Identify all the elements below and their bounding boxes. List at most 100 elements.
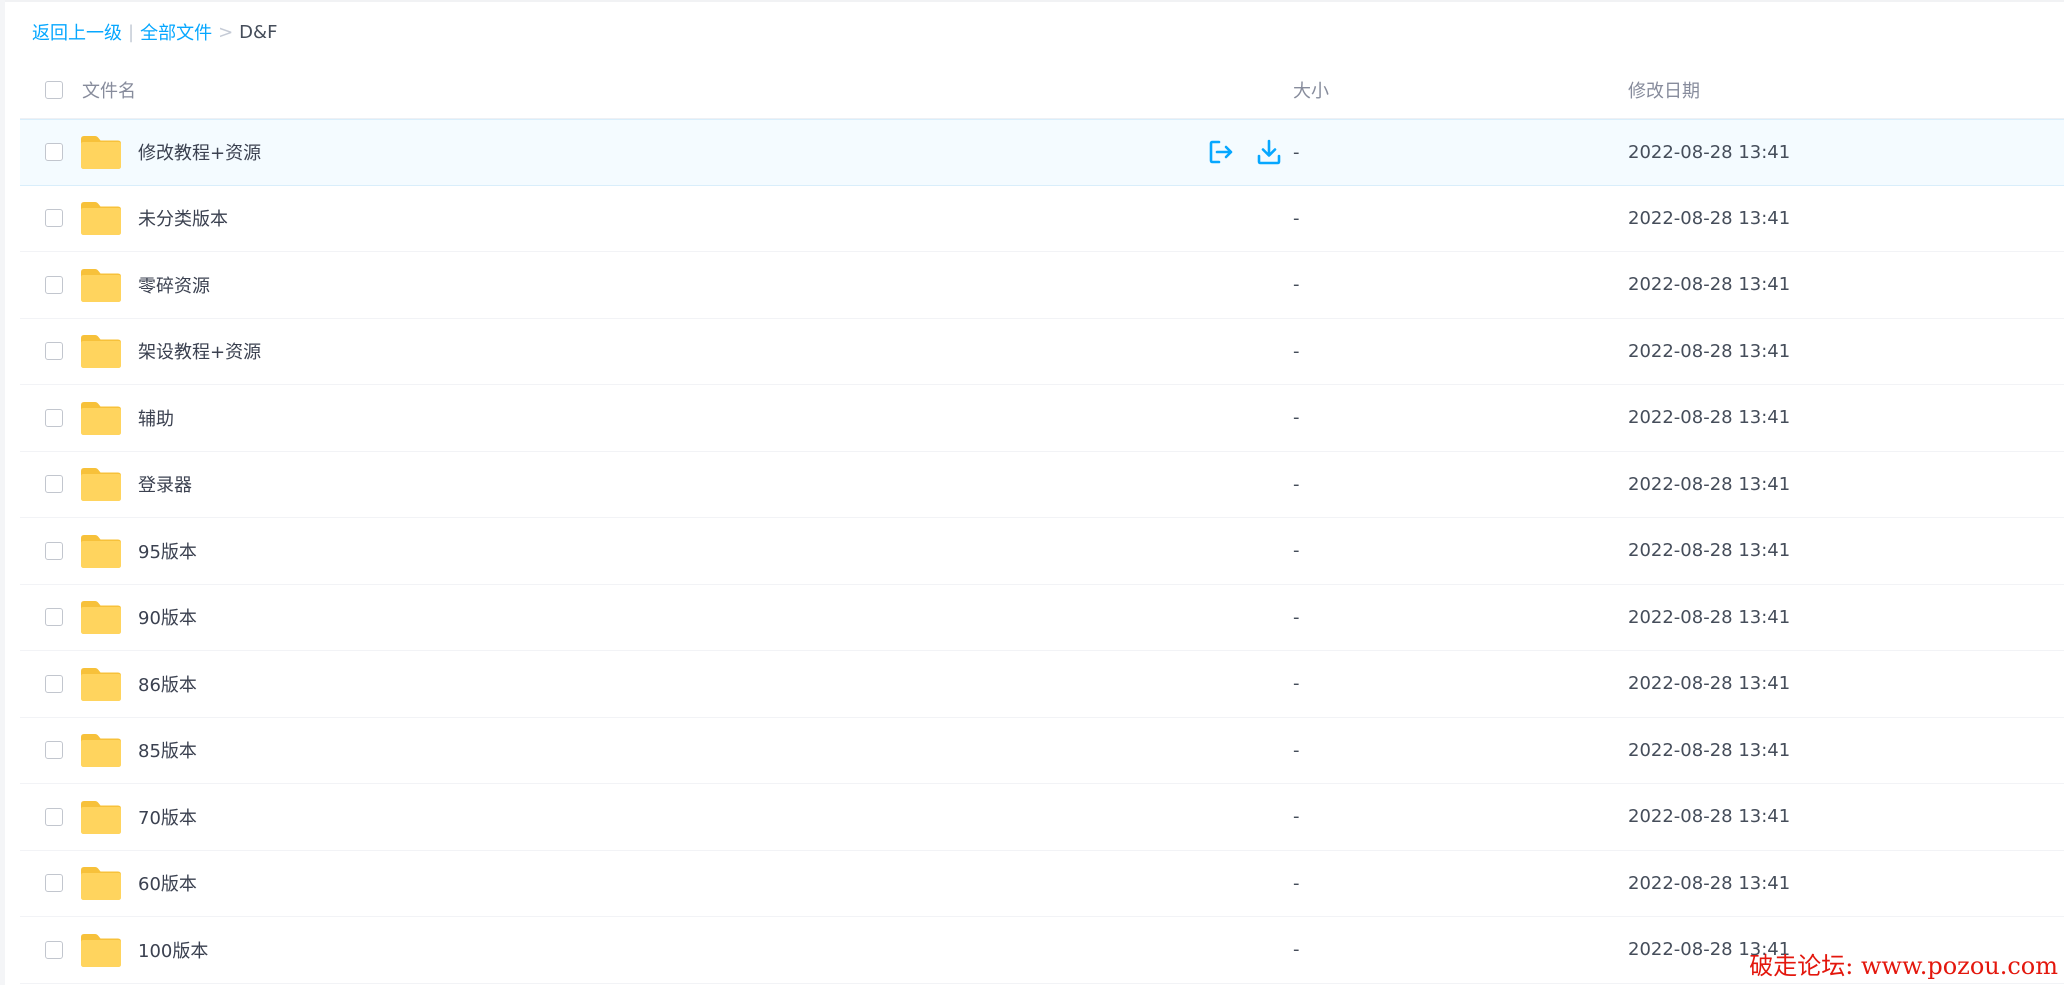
file-name[interactable]: 登录器 <box>138 471 192 497</box>
back-link[interactable]: 返回上一级 <box>32 19 122 45</box>
row-checkbox[interactable] <box>45 275 63 294</box>
file-size: - <box>1293 274 1300 296</box>
file-name-cell: 86版本 <box>20 651 1293 717</box>
file-name-cell: 修改教程+资源 <box>20 120 1293 185</box>
folder-icon <box>81 534 121 568</box>
file-date: 2022-08-28 13:41 <box>1628 274 1791 296</box>
file-name[interactable]: 架设教程+资源 <box>138 338 261 364</box>
share-icon[interactable] <box>1206 137 1236 167</box>
file-name[interactable]: 86版本 <box>138 671 197 697</box>
folder-icon <box>81 268 121 302</box>
file-row[interactable]: 修改教程+资源 - 2022-08-28 13:41 <box>20 119 2064 186</box>
row-checkbox[interactable] <box>45 807 63 826</box>
file-size: - <box>1293 340 1300 362</box>
breadcrumb-separator-arrow: > <box>218 21 234 43</box>
folder-icon <box>81 601 121 635</box>
file-name[interactable]: 未分类版本 <box>138 205 228 231</box>
file-name[interactable]: 修改教程+资源 <box>138 139 261 165</box>
row-checkbox[interactable] <box>45 741 63 760</box>
file-date: 2022-08-28 13:41 <box>1628 207 1791 229</box>
row-checkbox[interactable] <box>45 874 63 893</box>
window-left-edge <box>0 0 5 985</box>
file-name[interactable]: 85版本 <box>138 737 197 763</box>
watermark: 破走论坛: www.pozou.com <box>1749 952 2058 980</box>
file-row[interactable]: 90版本 - 2022-08-28 13:41 <box>20 585 2064 651</box>
row-checkbox[interactable] <box>45 342 63 361</box>
file-name-cell: 95版本 <box>20 518 1293 584</box>
file-row[interactable]: 登录器 - 2022-08-28 13:41 <box>20 452 2064 518</box>
top-divider <box>5 0 2064 2</box>
header-size-label[interactable]: 大小 <box>1293 77 1628 103</box>
folder-icon <box>81 401 121 435</box>
row-checkbox[interactable] <box>45 674 63 693</box>
file-name-cell: 70版本 <box>20 784 1293 850</box>
row-checkbox[interactable] <box>45 408 63 427</box>
file-name-cell: 90版本 <box>20 585 1293 651</box>
folder-icon <box>81 734 121 768</box>
file-row[interactable]: 95版本 - 2022-08-28 13:41 <box>20 518 2064 585</box>
file-name[interactable]: 辅助 <box>138 405 174 431</box>
file-date: 2022-08-28 13:41 <box>1628 872 1791 894</box>
file-name-cell: 100版本 <box>20 917 1293 983</box>
file-date: 2022-08-28 13:41 <box>1628 340 1791 362</box>
file-name-cell: 零碎资源 <box>20 252 1293 318</box>
file-size: - <box>1293 407 1300 429</box>
file-row[interactable]: 70版本 - 2022-08-28 13:41 <box>20 784 2064 851</box>
file-name-cell: 未分类版本 <box>20 186 1293 252</box>
file-size: - <box>1293 473 1300 495</box>
breadcrumb-separator-bar: | <box>128 21 135 43</box>
file-size: - <box>1293 141 1300 163</box>
select-all-checkbox[interactable] <box>45 81 63 99</box>
file-date: 2022-08-28 13:41 <box>1628 739 1791 761</box>
file-date: 2022-08-28 13:41 <box>1628 606 1791 628</box>
file-row[interactable]: 架设教程+资源 - 2022-08-28 13:41 <box>20 319 2064 385</box>
file-name[interactable]: 零碎资源 <box>138 272 210 298</box>
file-size: - <box>1293 806 1300 828</box>
file-size: - <box>1293 739 1300 761</box>
file-date: 2022-08-28 13:41 <box>1628 673 1791 695</box>
file-row[interactable]: 85版本 - 2022-08-28 13:41 <box>20 718 2064 784</box>
header-name-label[interactable]: 文件名 <box>82 77 136 103</box>
file-size: - <box>1293 673 1300 695</box>
file-name-cell: 60版本 <box>20 851 1293 917</box>
row-checkbox[interactable] <box>45 608 63 627</box>
file-name[interactable]: 70版本 <box>138 804 197 830</box>
file-size: - <box>1293 872 1300 894</box>
file-date: 2022-08-28 13:41 <box>1628 473 1791 495</box>
folder-icon <box>81 867 121 901</box>
file-row[interactable]: 60版本 - 2022-08-28 13:41 <box>20 851 2064 917</box>
row-checkbox[interactable] <box>45 475 63 494</box>
folder-icon <box>81 933 121 967</box>
file-list: 文件名 大小 修改日期 修改教程+资源 - 2022-08-28 13:41 未… <box>20 62 2064 984</box>
header-date-label[interactable]: 修改日期 <box>1628 77 2064 103</box>
folder-icon <box>81 202 121 236</box>
folder-icon <box>81 800 121 834</box>
file-date: 2022-08-28 13:41 <box>1628 141 1791 163</box>
file-date: 2022-08-28 13:41 <box>1628 407 1791 429</box>
file-row[interactable]: 未分类版本 - 2022-08-28 13:41 <box>20 186 2064 252</box>
header-name-column: 文件名 <box>20 62 1293 118</box>
file-name[interactable]: 95版本 <box>138 538 197 564</box>
file-row[interactable]: 辅助 - 2022-08-28 13:41 <box>20 385 2064 452</box>
file-size: - <box>1293 540 1300 562</box>
download-icon[interactable] <box>1254 137 1284 167</box>
breadcrumb: 返回上一级 | 全部文件 > D&F <box>32 19 277 45</box>
folder-icon <box>81 667 121 701</box>
row-checkbox[interactable] <box>45 940 63 959</box>
all-files-link[interactable]: 全部文件 <box>140 19 212 45</box>
file-name-cell: 架设教程+资源 <box>20 319 1293 385</box>
file-row[interactable]: 86版本 - 2022-08-28 13:41 <box>20 651 2064 718</box>
file-size: - <box>1293 207 1300 229</box>
list-header: 文件名 大小 修改日期 <box>20 62 2064 119</box>
folder-icon <box>81 468 121 502</box>
row-checkbox[interactable] <box>45 541 63 560</box>
file-name[interactable]: 100版本 <box>138 937 208 963</box>
row-checkbox[interactable] <box>45 143 63 162</box>
file-name[interactable]: 90版本 <box>138 604 197 630</box>
file-name-cell: 登录器 <box>20 452 1293 518</box>
file-size: - <box>1293 939 1300 961</box>
row-checkbox[interactable] <box>45 209 63 228</box>
file-date: 2022-08-28 13:41 <box>1628 806 1791 828</box>
file-row[interactable]: 零碎资源 - 2022-08-28 13:41 <box>20 252 2064 319</box>
file-name[interactable]: 60版本 <box>138 870 197 896</box>
